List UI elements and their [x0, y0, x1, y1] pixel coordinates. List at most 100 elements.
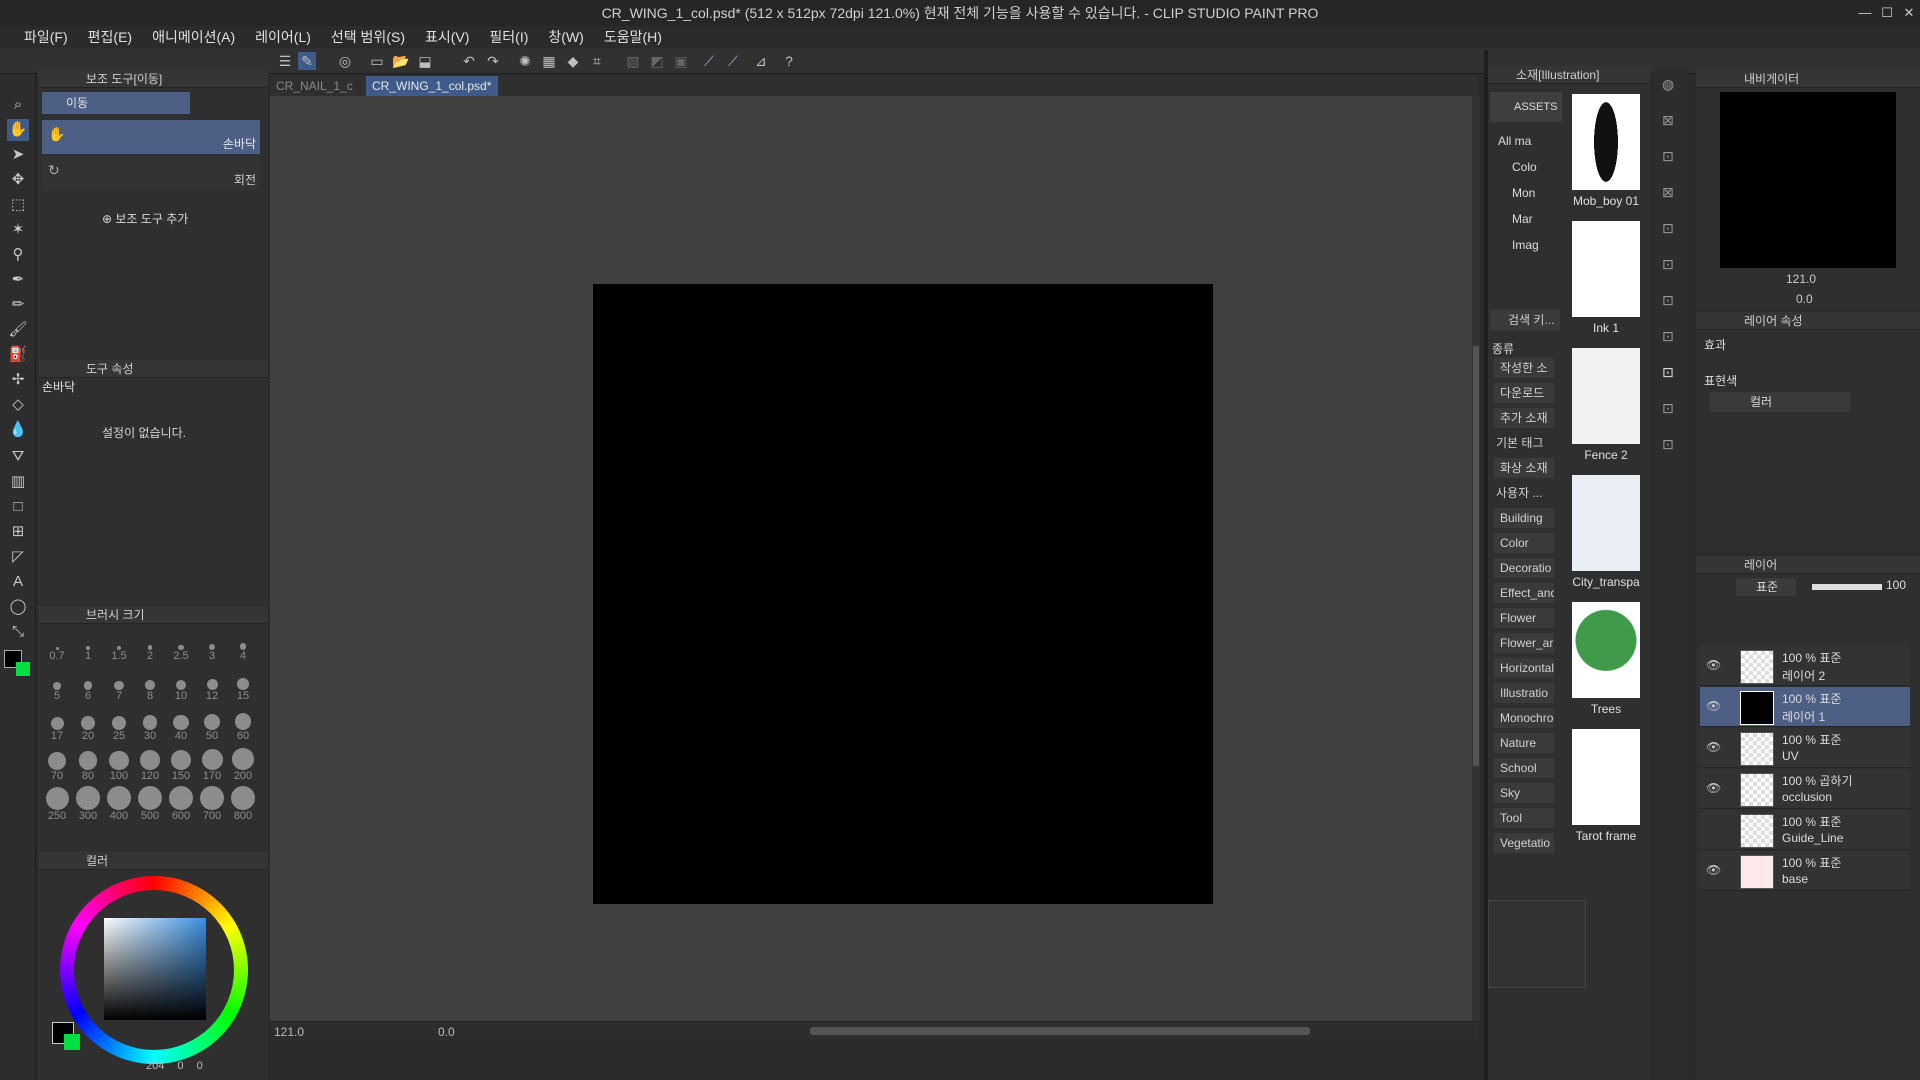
material-category-button[interactable]: Vegetatio — [1494, 833, 1554, 853]
brush-size-option[interactable]: 70 — [42, 746, 72, 784]
brush-size-option[interactable]: 400 — [104, 786, 134, 824]
navigator-preview[interactable] — [1720, 92, 1896, 268]
brush-size-option[interactable]: 300 — [73, 786, 103, 824]
transform-icon[interactable]: ⌗ — [588, 52, 606, 70]
panel-toggle-icon[interactable]: ⊡ — [1662, 256, 1674, 273]
material-tree-item[interactable]: All ma — [1498, 134, 1531, 148]
close-icon[interactable]: ✕ — [1898, 0, 1920, 26]
help-icon[interactable]: ? — [780, 52, 798, 70]
ruler-icon[interactable]: ◸ — [7, 546, 29, 568]
brush-size-option[interactable]: 700 — [197, 786, 227, 824]
menu-layer[interactable]: 레이어(L) — [245, 26, 321, 48]
opacity-slider[interactable] — [1812, 584, 1882, 590]
move-layer-icon[interactable]: ✥ — [7, 169, 29, 191]
panel-toggle-icon[interactable]: ⊡ — [1662, 436, 1674, 453]
brush-size-option[interactable]: 20 — [73, 706, 103, 744]
fill-bucket-icon[interactable]: ⛛ — [7, 446, 29, 468]
material-thumbnail[interactable] — [1572, 729, 1640, 825]
layer-row[interactable]: 👁 100 % 곱하기 occlusion — [1700, 769, 1910, 809]
brush-size-option[interactable]: 50 — [197, 706, 227, 744]
subtool-group-tab[interactable]: 이동 — [42, 92, 190, 114]
material-category-button[interactable]: Tool — [1494, 808, 1554, 828]
zoom-readout[interactable]: 121.0 — [274, 1025, 304, 1039]
selection-icon[interactable]: ⬚ — [7, 194, 29, 216]
material-category-button[interactable]: Decoratio — [1494, 558, 1554, 578]
panel-toggle-icon[interactable]: ◍ — [1662, 76, 1674, 93]
maximize-icon[interactable]: ☐ — [1876, 0, 1898, 26]
visibility-eye-icon[interactable]: 👁 — [1706, 699, 1721, 713]
menu-toggle-icon[interactable]: ☰ — [276, 52, 294, 70]
menu-help[interactable]: 도움말(H) — [594, 26, 672, 48]
brush-size-option[interactable]: 170 — [197, 746, 227, 784]
layer-row[interactable]: 👁 100 % 표준 base — [1700, 851, 1910, 891]
redo-icon[interactable]: ↷ — [484, 52, 502, 70]
material-category-button[interactable]: 추가 소재 — [1494, 408, 1554, 428]
panel-toggle-icon[interactable]: ⊠ — [1662, 184, 1674, 201]
visibility-eye-icon[interactable]: 👁 — [1706, 658, 1721, 672]
brush-size-option[interactable]: 1.5 — [104, 626, 134, 664]
subtool-item-rotate[interactable]: ↻ 회전 — [42, 156, 260, 190]
material-category-button[interactable]: 작성한 소 — [1494, 358, 1554, 378]
brush-size-option[interactable]: 30 — [135, 706, 165, 744]
brush-size-option[interactable]: 4 — [228, 626, 258, 664]
panel-toggle-icon[interactable]: ⊡ — [1662, 148, 1674, 165]
material-tree-item[interactable]: Imag — [1512, 238, 1539, 252]
blend-icon[interactable]: 💧 — [7, 419, 29, 441]
material-category-button[interactable]: School — [1494, 758, 1554, 778]
brush-size-option[interactable]: 100 — [104, 746, 134, 784]
hand-icon[interactable]: ✋ — [7, 119, 29, 141]
visibility-eye-icon[interactable]: 👁 — [1706, 781, 1721, 795]
material-thumbnail[interactable] — [1572, 475, 1640, 571]
brush-size-option[interactable]: 800 — [228, 786, 258, 824]
brush-size-option[interactable]: 0.7 — [42, 626, 72, 664]
material-tree-item[interactable]: Colo — [1512, 160, 1537, 174]
brush-size-option[interactable]: 25 — [104, 706, 134, 744]
correct-line-icon[interactable]: ⤡ — [7, 621, 29, 643]
invert-selection-icon[interactable]: ◩ — [648, 52, 666, 70]
eyedropper-icon[interactable]: ⚲ — [7, 244, 29, 266]
brush-size-option[interactable]: 200 — [228, 746, 258, 784]
deselect-icon[interactable]: ▧ — [624, 52, 642, 70]
visibility-eye-icon[interactable]: 👁 — [1706, 863, 1721, 877]
sub-color-swatch[interactable] — [16, 662, 30, 676]
angle-readout[interactable]: 0.0 — [438, 1025, 455, 1039]
brush-size-option[interactable]: 500 — [135, 786, 165, 824]
panel-toggle-icon[interactable]: ⊡ — [1662, 220, 1674, 237]
open-file-icon[interactable]: 📂 — [392, 52, 410, 70]
pencil-icon[interactable]: ✏ — [7, 294, 29, 316]
opacity-value[interactable]: 100 — [1886, 578, 1906, 592]
save-icon[interactable]: ⬓ — [416, 52, 434, 70]
material-category-button[interactable]: 기본 태그 — [1490, 433, 1550, 453]
material-category-button[interactable]: 화상 소재 — [1494, 458, 1554, 478]
menu-edit[interactable]: 편집(E) — [78, 26, 142, 48]
material-category-button[interactable]: Monochro — [1494, 708, 1554, 728]
fill-icon[interactable]: ◆ — [564, 52, 582, 70]
material-thumbnail[interactable] — [1572, 348, 1640, 444]
expression-dropdown[interactable]: 컬러 — [1710, 392, 1850, 412]
snap-ruler-icon[interactable]: ⟋ — [700, 52, 718, 70]
tab-cr-wing[interactable]: CR_WING_1_col.psd* • — [366, 76, 498, 113]
brush-size-option[interactable]: 80 — [73, 746, 103, 784]
operation-icon[interactable]: ➤ — [7, 144, 29, 166]
material-category-button[interactable]: 다운로드 — [1494, 383, 1554, 403]
navigator-zoom[interactable]: 121.0 — [1786, 272, 1816, 286]
figure-icon[interactable]: □ — [7, 496, 29, 518]
brush-size-option[interactable]: 1 — [73, 626, 103, 664]
saturation-value-square[interactable] — [104, 918, 206, 1020]
horizontal-scrollbar[interactable] — [810, 1027, 1310, 1035]
tab-cr-nail[interactable]: CR_NAIL_1_c ✕ — [270, 76, 364, 113]
brush-size-option[interactable]: 8 — [135, 666, 165, 704]
material-category-button[interactable]: Effect_and — [1494, 583, 1554, 603]
menu-file[interactable]: 파일(F) — [14, 26, 78, 48]
material-category-button[interactable]: Nature — [1494, 733, 1554, 753]
show-selection-icon[interactable]: ▣ — [672, 52, 690, 70]
add-subtool-button[interactable]: ⊕ 보조 도구 추가 — [102, 210, 188, 227]
layer-row[interactable]: 👁 100 % 표준 레이어 1 — [1700, 687, 1910, 727]
material-category-button[interactable]: Sky — [1494, 783, 1554, 803]
search-input[interactable]: 검색 키... — [1490, 310, 1560, 330]
material-thumbnail[interactable] — [1572, 602, 1640, 698]
brush-size-option[interactable]: 40 — [166, 706, 196, 744]
menu-animation[interactable]: 애니메이션(A) — [142, 26, 245, 48]
material-category-button[interactable]: Illustratio — [1494, 683, 1554, 703]
decoration-icon[interactable]: ✢ — [7, 369, 29, 391]
